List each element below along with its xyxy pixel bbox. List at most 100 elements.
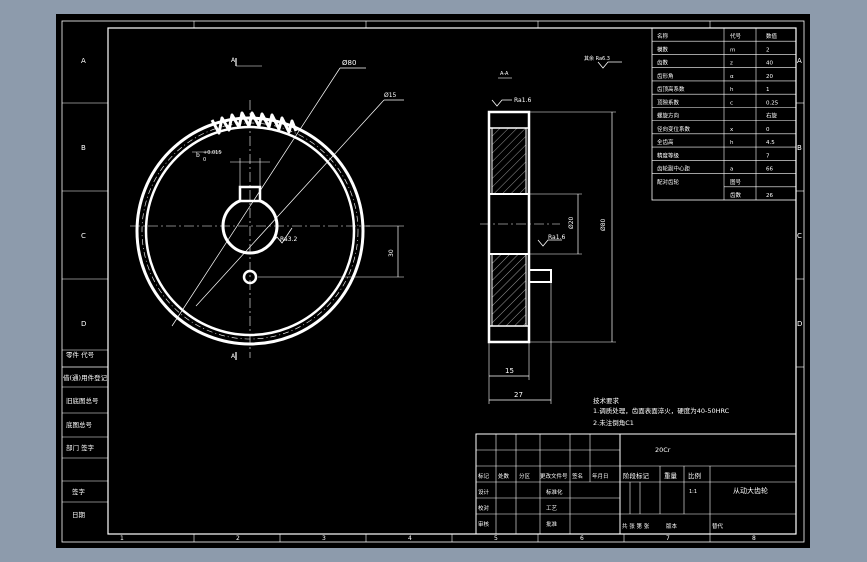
zone-letter: A xyxy=(81,57,86,65)
param-table-cell: 4.5 xyxy=(766,140,775,146)
stamp-label: 零件 代号 xyxy=(66,350,95,359)
dim-total-width-label: 27 xyxy=(514,391,523,399)
upper-section-hatch xyxy=(491,127,527,195)
dim-hub-width-label: 15 xyxy=(505,367,514,375)
stamp-label: 旧底图总号 xyxy=(66,396,99,405)
person-label: 审核 xyxy=(478,520,490,528)
row-label: 处数 xyxy=(498,472,510,480)
zone-number: 5 xyxy=(494,535,498,542)
part-name: 从动大齿轮 xyxy=(733,486,768,495)
material-label: 20Cr xyxy=(655,446,671,454)
dim-root-label: Ø15 xyxy=(384,92,397,99)
param-table-cell: 顶隙系数 xyxy=(657,98,680,106)
zone-letter: B xyxy=(797,144,802,152)
row-label: 年月日 xyxy=(592,472,609,480)
param-table-cell: 径向变位系数 xyxy=(657,125,691,133)
weight-label: 重量 xyxy=(664,472,678,480)
param-table-cell: z xyxy=(730,61,733,67)
param-table-header: 名称 xyxy=(657,32,669,40)
param-table-cell: 全齿高 xyxy=(657,138,674,146)
param-table-cell: 齿顶高系数 xyxy=(657,85,685,93)
zone-letter: C xyxy=(81,232,86,240)
param-table-cell: 齿轮副中心距 xyxy=(657,165,691,173)
param-table-cell: 2 xyxy=(766,47,770,53)
scale-value: 1:1 xyxy=(689,489,697,495)
cad-drawing-window: A B C D A B C D 1 2 3 4 5 6 7 8 零件 代号 借(… xyxy=(0,0,867,562)
person-label: 工艺 xyxy=(546,505,558,512)
zone-number: 8 xyxy=(752,535,756,542)
person-label: 标准化 xyxy=(546,488,563,496)
param-table-cell: 40 xyxy=(766,61,773,67)
param-table-cell: 20 xyxy=(766,74,773,80)
roughness-face-label: Ra1.6 xyxy=(514,97,531,104)
person-label: 设计 xyxy=(478,488,490,496)
param-table-cell: a xyxy=(730,167,733,173)
dim-offset-label: 30 xyxy=(388,249,395,257)
tech-notes-title: 技术要求 xyxy=(593,396,620,405)
param-table-cell: m xyxy=(730,47,735,53)
param-table-cell: c xyxy=(730,100,733,106)
dim-keyway-tol-low: 0 xyxy=(203,157,206,163)
section-label: A-A xyxy=(500,71,509,77)
dim-outer-label: Ø80 xyxy=(342,59,356,67)
param-table-header: 数值 xyxy=(766,32,778,40)
dim-keyway-tol: +0.015 xyxy=(203,150,222,156)
dim-bore-dia-label: Ø20 xyxy=(568,216,575,229)
roughness-bore-label: Ra3.2 xyxy=(280,236,297,243)
row-label: 签名 xyxy=(572,472,583,480)
stamp-label: 日期 xyxy=(72,511,86,519)
replace-label: 替代 xyxy=(712,522,724,530)
scale-label: 比例 xyxy=(688,471,701,480)
param-table-cell: 1 xyxy=(766,87,770,93)
person-label: 校对 xyxy=(478,504,490,512)
param-table-cell: 右旋 xyxy=(766,112,778,120)
param-table-cell: 0.25 xyxy=(766,100,779,106)
row-label: 分区 xyxy=(519,472,531,480)
roughness-bore-side-label: Ra1.6 xyxy=(548,234,565,241)
param-table-cell: h xyxy=(730,87,734,93)
stamp-label: 借(通)用件登记 xyxy=(63,373,108,382)
zone-number: 6 xyxy=(580,535,584,542)
tech-note-item: 1.调质处理，齿面表面淬火，硬度为40-50HRC xyxy=(593,406,730,415)
dim-outer-dia-label: Ø80 xyxy=(600,218,607,231)
param-table-cell: 模数 xyxy=(657,45,669,53)
drawing-canvas[interactable]: A B C D A B C D 1 2 3 4 5 6 7 8 零件 代号 借(… xyxy=(0,0,867,562)
zone-letter: A xyxy=(797,57,802,65)
row-label: 标记 xyxy=(478,472,490,480)
zone-letter: D xyxy=(81,320,86,328)
zone-number: 4 xyxy=(408,535,412,542)
param-table-cell: 7 xyxy=(766,153,770,159)
zone-number: 1 xyxy=(120,535,124,542)
person-label: 批准 xyxy=(546,520,558,528)
zone-letter: D xyxy=(797,320,802,328)
other-roughness-label: 其余 Ra6.3 xyxy=(584,55,610,62)
zone-number: 2 xyxy=(236,535,240,542)
sheet-count: 共 张 第 张 xyxy=(622,522,650,530)
row-label: 更改文件号 xyxy=(540,472,568,480)
tech-note-item: 2.未注倒角C1 xyxy=(593,418,634,427)
stamp-label: 签字 xyxy=(72,487,86,496)
zone-letter: C xyxy=(797,232,802,240)
param-table-cell: 齿形角 xyxy=(657,72,674,80)
param-table-cell: 齿数 xyxy=(657,59,669,67)
param-table-cell: 螺旋方向 xyxy=(657,112,679,120)
param-table-cell: 精度等级 xyxy=(657,151,680,159)
param-table-cell: 66 xyxy=(766,167,773,173)
zone-number: 3 xyxy=(322,535,326,542)
param-table-cell: 齿数 xyxy=(730,191,742,199)
zone-letter: B xyxy=(81,144,86,152)
param-table-cell: h xyxy=(730,140,734,146)
stage-label: 阶段标记 xyxy=(623,471,650,480)
stamp-label: 底图总号 xyxy=(66,420,93,429)
param-table-cell: 0 xyxy=(766,127,770,133)
dim-keyway-letter: b xyxy=(196,152,200,159)
param-table-cell: α xyxy=(730,74,734,80)
stamp-label: 部门 签字 xyxy=(66,443,95,452)
version-label: 版本 xyxy=(666,522,678,530)
param-table-cell: 26 xyxy=(766,193,773,199)
param-table-header: 代号 xyxy=(730,32,742,40)
param-table-cell: 配对齿轮 xyxy=(657,178,680,186)
zone-number: 7 xyxy=(666,535,670,542)
param-table-cell: 图号 xyxy=(730,178,742,186)
lower-section-hatch xyxy=(491,253,527,327)
